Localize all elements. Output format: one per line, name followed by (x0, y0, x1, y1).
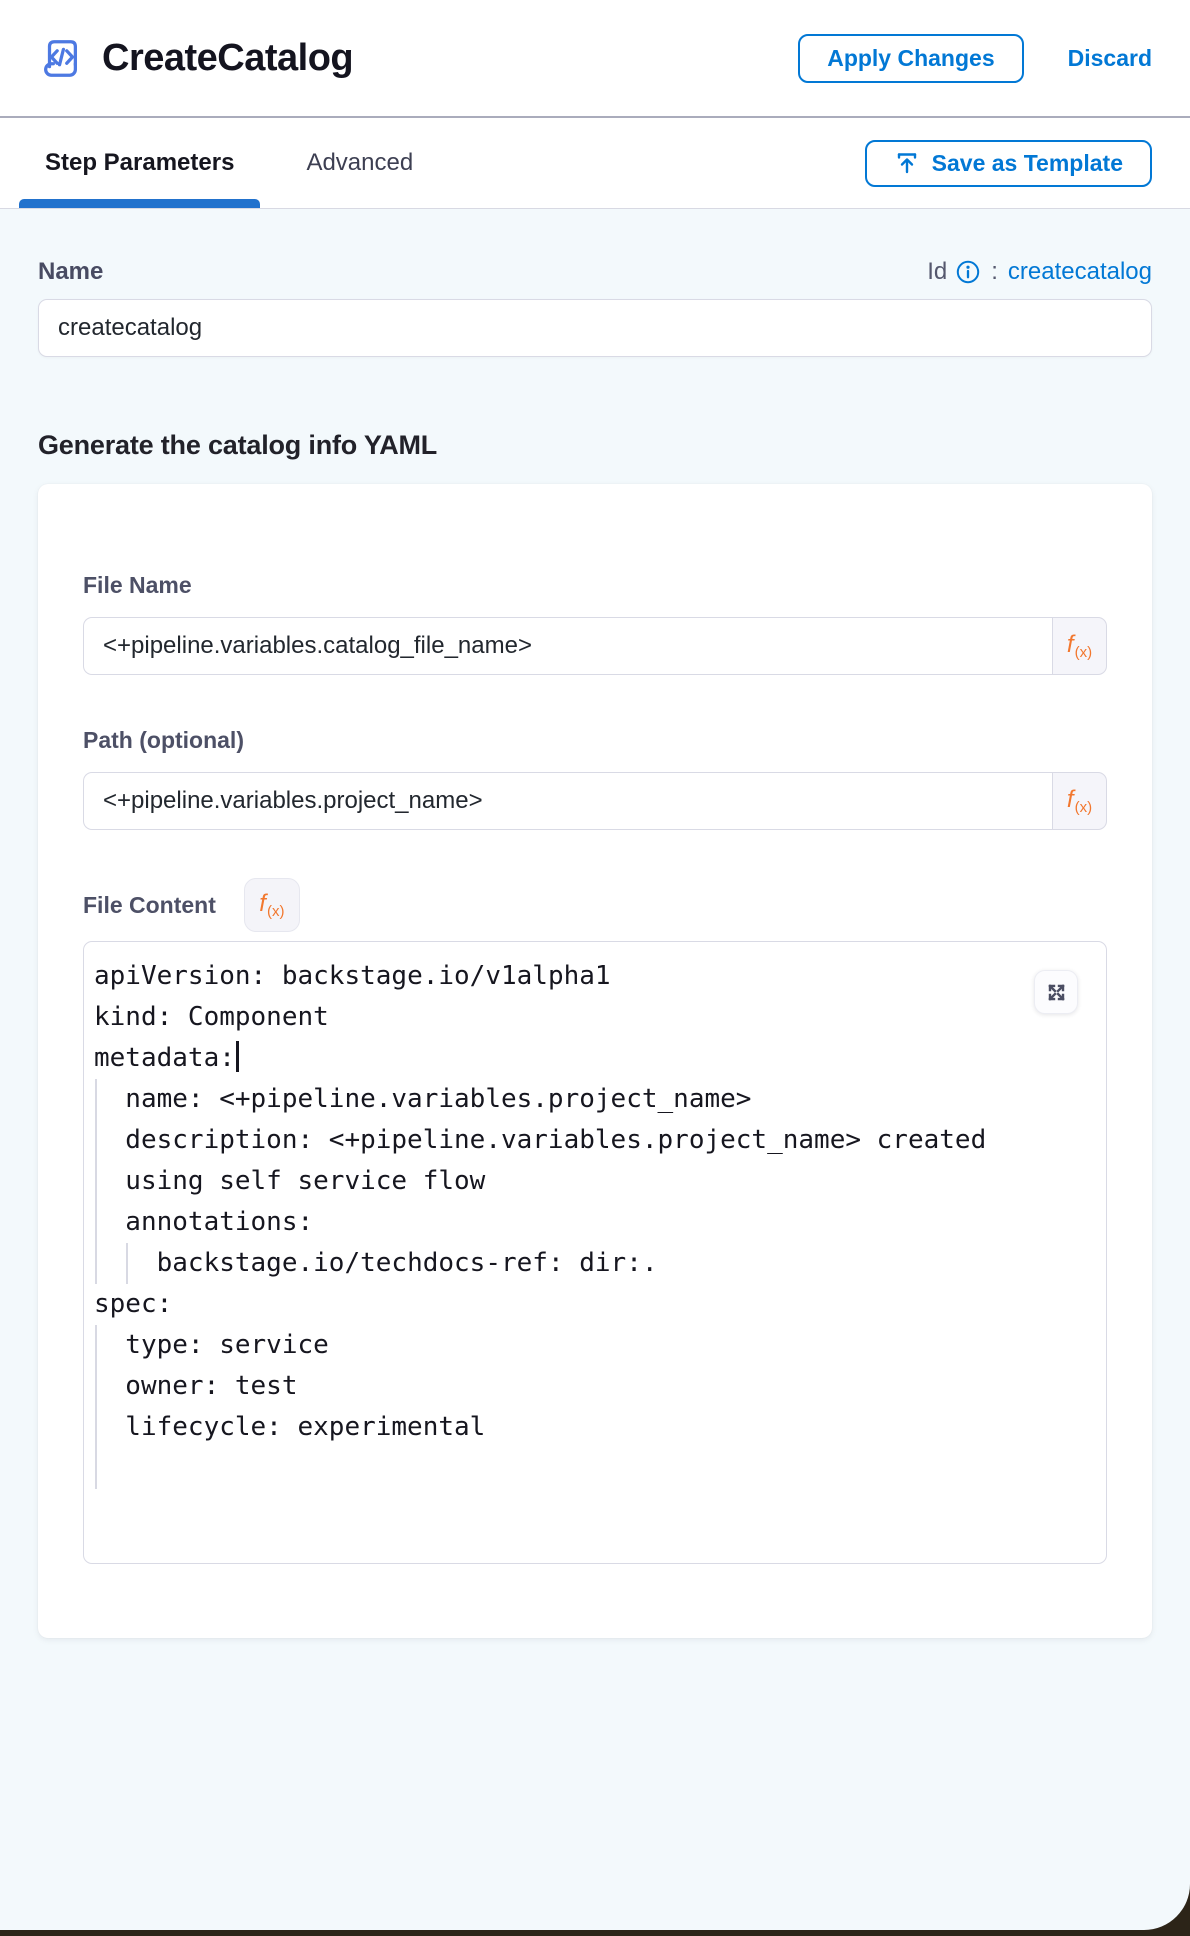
text-cursor (236, 1041, 239, 1072)
panel-header: CreateCatalog Apply Changes Discard (0, 0, 1190, 118)
step-group-card: File Name f(x) Path (optional) f(x) File… (38, 484, 1152, 1638)
code-scroll-icon (38, 35, 84, 81)
code-line: description: <+pipeline.variables.projec… (84, 1120, 1106, 1161)
code-line: metadata: (84, 1038, 1106, 1079)
step-parameters-content: Name Id : createcatalog Generate the cat… (0, 209, 1190, 1930)
page-title: CreateCatalog (102, 37, 353, 80)
discard-button[interactable]: Discard (1068, 45, 1152, 72)
code-line: spec: (84, 1284, 1106, 1325)
id-value-link[interactable]: createcatalog (1008, 258, 1152, 286)
code-line: using self service flow (84, 1161, 1106, 1202)
step-config-panel: CreateCatalog Apply Changes Discard Step… (0, 0, 1190, 1930)
id-label: Id (927, 258, 947, 286)
file-name-input[interactable] (83, 617, 1052, 675)
expression-fx-icon[interactable]: f(x) (1052, 772, 1107, 830)
name-label: Name (38, 258, 103, 286)
id-separator: : (991, 258, 998, 286)
path-input-group: f(x) (83, 772, 1107, 830)
code-line: backstage.io/techdocs-ref: dir:. (84, 1243, 1106, 1284)
section-title: Generate the catalog info YAML (38, 430, 1152, 461)
expand-icon[interactable] (1034, 970, 1078, 1014)
file-name-input-group: f(x) (83, 617, 1107, 675)
id-row: Id : createcatalog (927, 258, 1152, 286)
path-input[interactable] (83, 772, 1052, 830)
code-line: lifecycle: experimental (84, 1407, 1106, 1448)
tab-step-parameters[interactable]: Step Parameters (19, 118, 260, 208)
expression-fx-icon[interactable]: f(x) (244, 878, 300, 932)
name-input-wrap (38, 299, 1152, 357)
expression-fx-icon[interactable]: f(x) (1052, 617, 1107, 675)
save-as-template-label: Save as Template (932, 150, 1123, 177)
file-content-row: File Content f(x) (83, 878, 1107, 932)
code-line (84, 1448, 1106, 1489)
name-input[interactable] (38, 299, 1152, 357)
file-content-label: File Content (83, 892, 216, 919)
path-label: Path (optional) (83, 727, 1107, 754)
code-line: name: <+pipeline.variables.project_name> (84, 1079, 1106, 1120)
apply-changes-button[interactable]: Apply Changes (798, 34, 1023, 83)
save-as-template-button[interactable]: Save as Template (865, 140, 1152, 187)
tab-bar: Step Parameters Advanced Save as Templat… (0, 118, 1190, 209)
upload-icon (894, 150, 920, 176)
code-line: owner: test (84, 1366, 1106, 1407)
code-line: apiVersion: backstage.io/v1alpha1 (84, 956, 1106, 997)
file-name-label: File Name (83, 572, 1107, 599)
tab-advanced[interactable]: Advanced (280, 118, 439, 208)
name-row: Name Id : createcatalog (38, 258, 1152, 286)
header-actions: Apply Changes Discard (798, 34, 1152, 83)
code-editor-lines: apiVersion: backstage.io/v1alpha1kind: C… (84, 956, 1106, 1489)
code-line: type: service (84, 1325, 1106, 1366)
code-line: kind: Component (84, 997, 1106, 1038)
info-icon[interactable] (955, 259, 981, 285)
code-line: annotations: (84, 1202, 1106, 1243)
file-content-code-editor[interactable]: apiVersion: backstage.io/v1alpha1kind: C… (83, 941, 1107, 1564)
